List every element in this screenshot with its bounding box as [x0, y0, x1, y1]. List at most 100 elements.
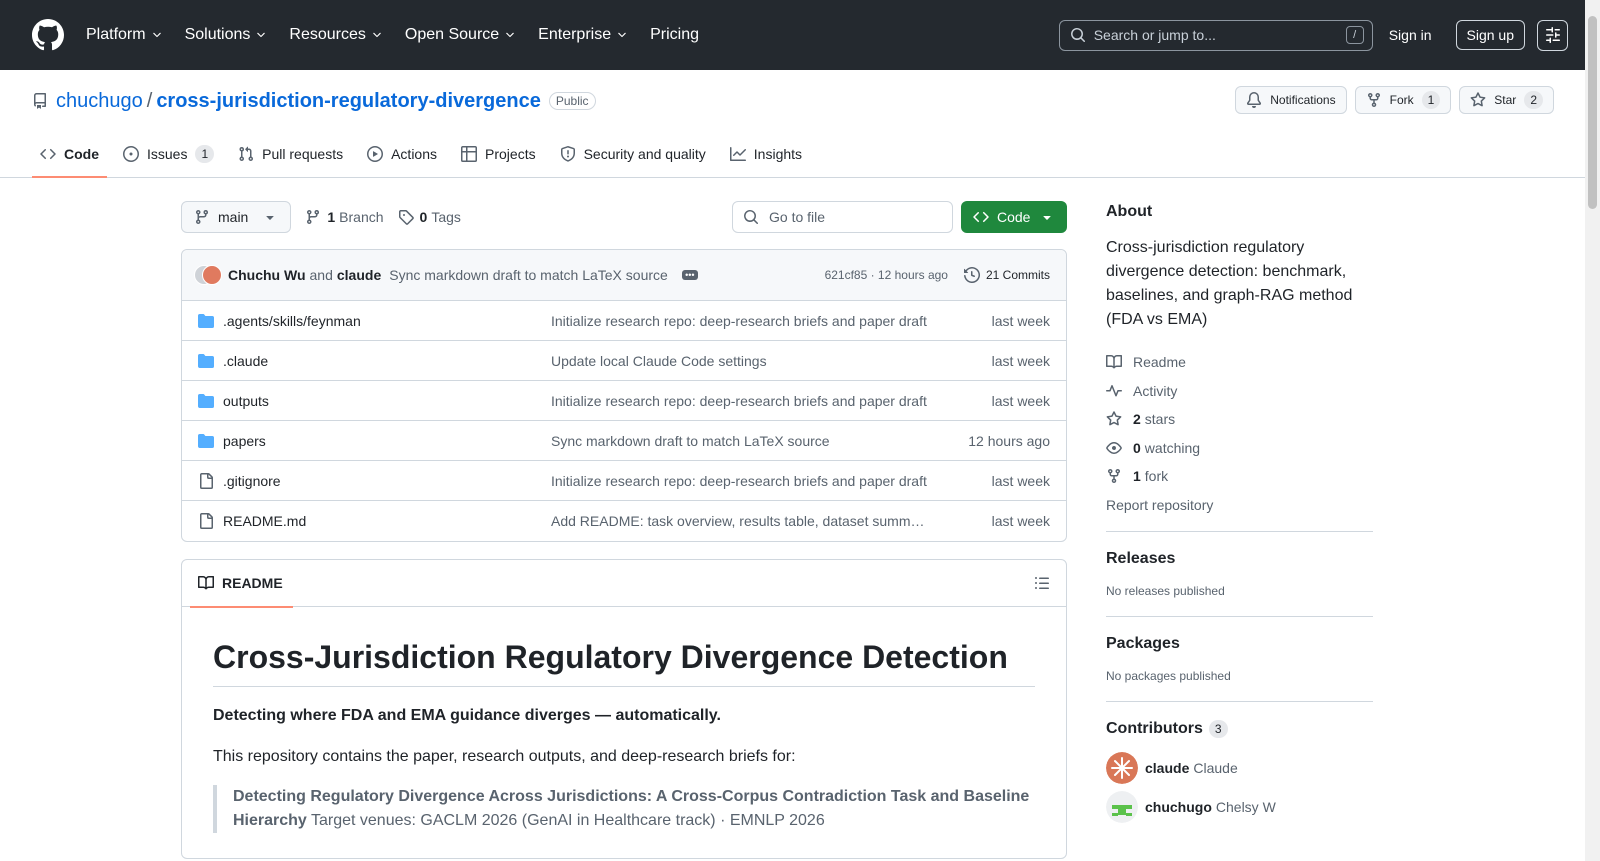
file-name-link[interactable]: outputs	[223, 393, 551, 409]
repo-icon	[34, 93, 46, 109]
page-scrollbar[interactable]	[1585, 0, 1600, 861]
commit-author-link[interactable]: Chuchu Wu	[228, 267, 306, 283]
watching-link[interactable]: 0 watching	[1106, 434, 1373, 463]
file-row[interactable]: papers Sync markdown draft to match LaTeX…	[182, 421, 1066, 461]
menu-button[interactable]	[1537, 19, 1568, 51]
branches-link[interactable]: 1 Branch	[305, 209, 384, 225]
search-shortcut-key: /	[1345, 26, 1364, 44]
file-commit-message-link[interactable]: Initialize research repo: deep-research …	[551, 313, 931, 329]
stars-label: stars	[1144, 411, 1176, 428]
nav-platform[interactable]: Platform	[86, 26, 163, 44]
contributor-item[interactable]: claude Claude	[1106, 748, 1373, 787]
tag-icon	[398, 210, 414, 225]
activity-link-label: Activity	[1133, 382, 1178, 399]
packages-title[interactable]: Packages	[1106, 635, 1373, 653]
star-icon	[1470, 92, 1486, 107]
nav-enterprise[interactable]: Enterprise	[538, 26, 628, 44]
about-description: Cross-jurisdiction regulatory divergence…	[1106, 239, 1353, 328]
report-repository-link[interactable]: Report repository	[1106, 491, 1373, 520]
commit-coauthor-link[interactable]: claude	[337, 267, 381, 283]
fork-label-side: fork	[1144, 468, 1169, 485]
branch-selector[interactable]: main	[181, 201, 292, 233]
readme-tab[interactable]: README	[190, 560, 293, 608]
scrollbar-thumb[interactable]	[1588, 16, 1597, 209]
github-logo-icon[interactable]	[32, 19, 64, 51]
nav-enterprise-label: Enterprise	[538, 26, 612, 43]
file-row[interactable]: .gitignore Initialize research repo: deep…	[182, 461, 1066, 501]
git-branch-icon	[195, 210, 208, 225]
file-icon	[200, 472, 213, 489]
tab-pull-requests[interactable]: Pull requests	[230, 132, 351, 178]
tab-code[interactable]: Code	[32, 132, 107, 178]
watching-label: watching	[1144, 439, 1201, 456]
forks-link[interactable]: 1 fork	[1106, 462, 1373, 491]
tab-projects[interactable]: Projects	[453, 132, 544, 178]
contributor-item[interactable]: chuchugo Chelsy W	[1106, 787, 1373, 826]
file-toolbar: main 1 Branch 0 Tags Go to file Code	[181, 200, 1067, 234]
code-dropdown-button[interactable]: Code	[961, 201, 1067, 233]
avatar[interactable]	[202, 265, 222, 285]
file-name-link[interactable]: .agents/skills/feynman	[223, 313, 551, 329]
notifications-button[interactable]: Notifications	[1235, 86, 1347, 114]
file-commit-message-link[interactable]: Sync markdown draft to match LaTeX sourc…	[551, 433, 931, 449]
tab-security[interactable]: Security and quality	[552, 132, 714, 178]
book-icon	[1106, 355, 1122, 369]
fork-button[interactable]: Fork 1	[1354, 86, 1452, 114]
tab-issues[interactable]: Issues 1	[115, 132, 222, 178]
commits-history-link[interactable]: 21 Commits	[963, 267, 1050, 283]
go-to-file-placeholder: Go to file	[769, 209, 826, 225]
releases-note: No releases published	[1106, 584, 1225, 598]
tab-security-label: Security and quality	[583, 146, 706, 162]
nav-resources[interactable]: Resources	[289, 26, 382, 44]
file-name-link[interactable]: .gitignore	[223, 473, 551, 489]
main-column: main 1 Branch 0 Tags Go to file Code Chu…	[181, 200, 1067, 859]
file-commit-date: last week	[991, 513, 1050, 529]
about-sidebar: About Cross-jurisdiction regulatory dive…	[1106, 200, 1373, 826]
nav-open-source[interactable]: Open Source	[405, 26, 516, 44]
file-name-link[interactable]: .claude	[223, 353, 551, 369]
list-unordered-icon[interactable]	[1034, 575, 1050, 591]
commit-message-link[interactable]: Sync markdown draft to match LaTeX sourc…	[389, 267, 668, 283]
star-label: Star	[1494, 93, 1517, 107]
file-commit-message-link[interactable]: Update local Claude Code settings	[551, 353, 931, 369]
file-name-link[interactable]: README.md	[223, 513, 551, 529]
stars-link[interactable]: 2 stars	[1106, 405, 1373, 434]
file-row[interactable]: .agents/skills/feynman Initialize researc…	[182, 301, 1066, 341]
file-row[interactable]: README.md Add README: task overview, resu…	[182, 501, 1066, 541]
chevron-down-icon	[373, 32, 381, 38]
nav-solutions[interactable]: Solutions	[185, 26, 268, 44]
nav-pricing[interactable]: Pricing	[650, 26, 699, 44]
nav-resources-label: Resources	[289, 26, 366, 43]
tags-link[interactable]: 0 Tags	[398, 209, 461, 225]
file-commit-date: 12 hours ago	[968, 432, 1050, 449]
repo-separator: /	[146, 89, 153, 112]
code-icon	[40, 148, 56, 160]
file-row[interactable]: .claude Update local Claude Code settings…	[182, 341, 1066, 381]
global-search-input[interactable]: Search or jump to... /	[1058, 19, 1373, 51]
file-commit-message-link[interactable]: Initialize research repo: deep-research …	[551, 393, 931, 409]
releases-title[interactable]: Releases	[1106, 550, 1373, 568]
file-commit-message-link[interactable]: Initialize research repo: deep-research …	[551, 473, 931, 489]
packages-section: Packages No packages published	[1106, 616, 1373, 683]
tab-actions[interactable]: Actions	[359, 132, 445, 178]
readme-link[interactable]: Readme	[1106, 348, 1373, 377]
repo-name-link[interactable]: cross-jurisdiction-regulatory-divergence	[156, 90, 541, 113]
packages-note: No packages published	[1106, 669, 1231, 683]
commit-hash-time[interactable]: 621cf85 · 12 hours ago	[825, 268, 948, 282]
file-commit-message-link[interactable]: Add README: task overview, results table…	[551, 513, 931, 529]
repo-owner-link[interactable]: chuchugo	[56, 90, 143, 113]
expand-commit-button[interactable]: •••	[681, 270, 698, 280]
contributors-title[interactable]: Contributors 3	[1106, 720, 1373, 738]
commit-avatars	[194, 264, 224, 286]
go-to-file-input[interactable]: Go to file	[732, 201, 953, 233]
file-name-link[interactable]: papers	[223, 433, 551, 449]
tab-insights[interactable]: Insights	[722, 132, 810, 178]
activity-link[interactable]: Activity	[1106, 377, 1373, 406]
sign-in-link[interactable]: Sign in	[1389, 27, 1432, 43]
star-button[interactable]: Star 2	[1459, 86, 1554, 114]
repo-actions: Notifications Fork 1 Star 2	[1235, 86, 1554, 114]
sign-up-button[interactable]: Sign up	[1455, 20, 1525, 50]
fork-count: 1	[1421, 91, 1441, 109]
file-row[interactable]: outputs Initialize research repo: deep-re…	[182, 381, 1066, 421]
eye-icon	[1106, 441, 1122, 454]
